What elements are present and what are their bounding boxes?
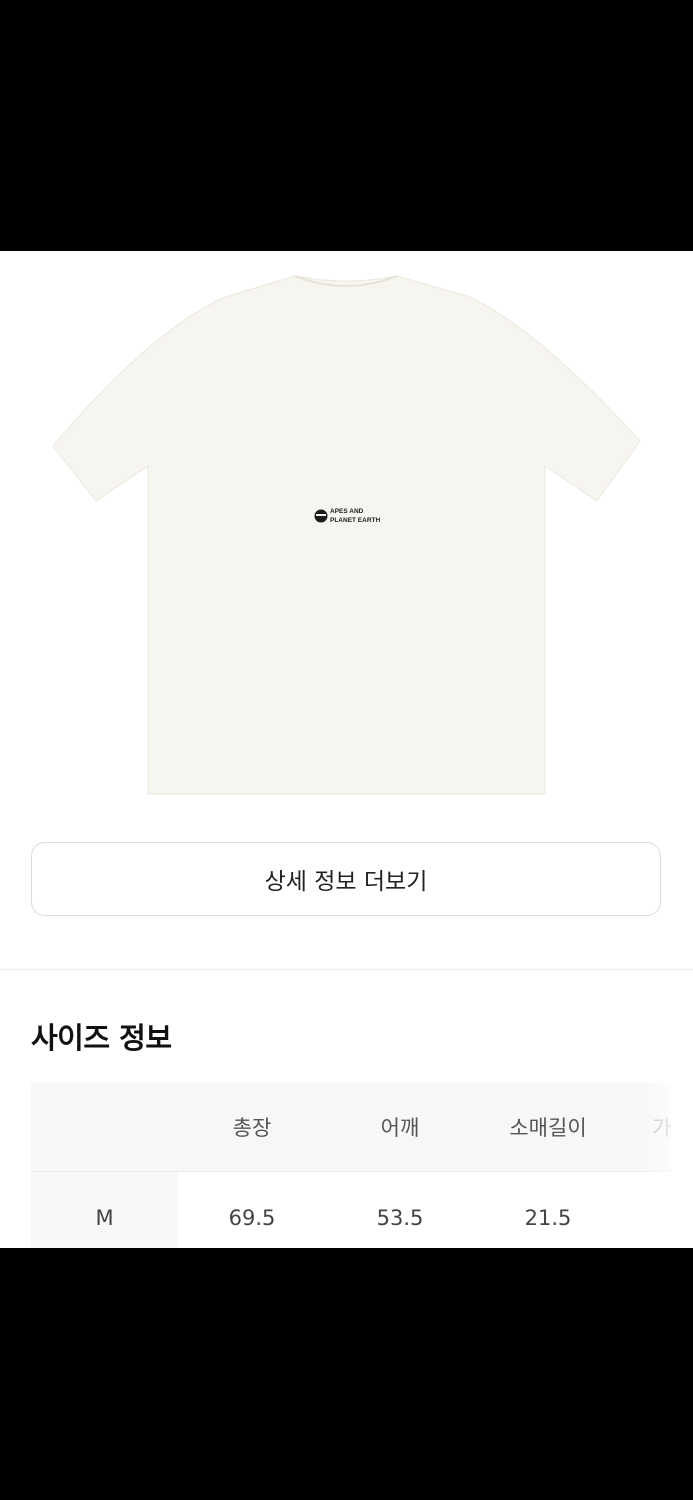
size-info-title: 사이즈 정보 xyxy=(31,1021,172,1055)
size-label: M xyxy=(31,1172,178,1248)
tshirt-shape xyxy=(52,275,641,795)
scroll-fade-edge xyxy=(633,1083,693,1248)
view-more-details-button[interactable]: 상세 정보 더보기 xyxy=(31,842,661,916)
size-table[interactable]: 총장 어깨 소매길이 가 M 69.5 53.5 21.5 xyxy=(31,1083,693,1248)
product-detail-page: APES AND PLANET EARTH 상세 정보 더보기 사이즈 정보 총… xyxy=(0,251,693,1248)
total-length-value: 69.5 xyxy=(228,1206,276,1230)
product-image: APES AND PLANET EARTH xyxy=(0,251,693,811)
header-shoulder: 어깨 xyxy=(380,1116,420,1140)
svg-text:APES AND: APES AND xyxy=(330,508,364,515)
header-size-cell xyxy=(31,1083,178,1171)
sleeve-length-value: 21.5 xyxy=(524,1206,572,1230)
header-sleeve-length: 소매길이 xyxy=(509,1116,587,1140)
top-black-bar xyxy=(0,0,693,251)
header-total-length: 총장 xyxy=(232,1116,272,1140)
bottom-black-bar xyxy=(0,1248,693,1500)
size-table-header: 총장 어깨 소매길이 가 xyxy=(31,1083,671,1171)
shoulder-value: 53.5 xyxy=(376,1206,424,1230)
section-divider xyxy=(0,969,693,970)
svg-text:PLANET EARTH: PLANET EARTH xyxy=(330,517,381,524)
table-row: M 69.5 53.5 21.5 xyxy=(31,1171,671,1248)
